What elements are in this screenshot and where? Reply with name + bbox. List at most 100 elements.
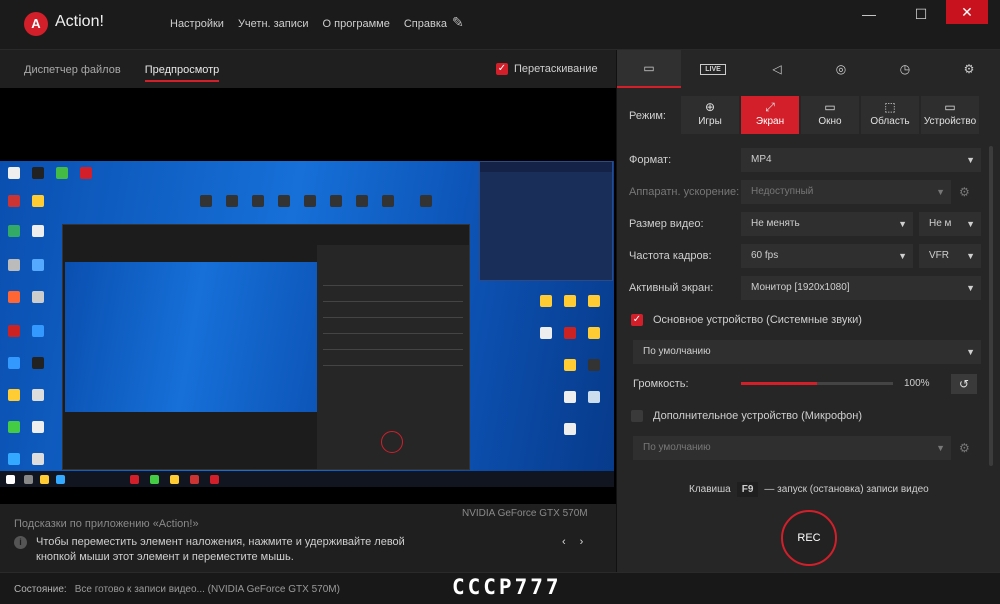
drag-option[interactable]: ✓ Перетаскивание xyxy=(496,63,598,75)
main-device-checkbox[interactable]: ✓ xyxy=(631,314,643,326)
prev-hint-button[interactable]: ‹ xyxy=(562,536,566,548)
desktop-icon xyxy=(252,195,264,207)
desktop-icon xyxy=(278,195,290,207)
desktop-icon xyxy=(8,389,20,401)
mode-device[interactable]: ▭ Устройство xyxy=(921,96,979,134)
mode-screen[interactable]: ⤢ Экран xyxy=(741,96,799,134)
mode-window[interactable]: ▭ Окно xyxy=(801,96,859,134)
extra-device-checkbox[interactable] xyxy=(631,410,643,422)
hint-navigation: ‹ › xyxy=(562,536,583,548)
tab-audio[interactable]: ◁ xyxy=(745,50,809,88)
desktop-icon xyxy=(32,325,44,337)
pen-icon[interactable]: ✎ xyxy=(452,14,464,31)
tab-settings[interactable]: ⚙ xyxy=(937,50,1000,88)
reset-volume-button[interactable]: ↺ xyxy=(951,374,977,394)
main-device-select[interactable]: По умолчанию ▼ xyxy=(633,340,981,364)
tab-screenshot[interactable]: ◎ xyxy=(809,50,873,88)
desktop-icon xyxy=(32,421,44,433)
active-screen-row: Активный экран: Монитор [1920x1080] ▼ xyxy=(617,274,991,302)
minimize-button[interactable]: — xyxy=(848,0,890,30)
gamepad-icon: ⊕ xyxy=(704,100,716,114)
active-screen-select[interactable]: Монитор [1920x1080] ▼ xyxy=(741,276,981,300)
gpu-label: NVIDIA GeForce GTX 570M xyxy=(462,508,588,519)
next-hint-button[interactable]: › xyxy=(580,536,584,548)
volume-value: 100% xyxy=(904,378,930,389)
tab-video-recording[interactable]: ▭ xyxy=(617,50,681,88)
timer-icon: ◷ xyxy=(899,62,911,76)
desktop-capture xyxy=(0,161,614,487)
vfr-select[interactable]: VFR ▼ xyxy=(919,244,981,268)
main-device-row: ✓ Основное устройство (Системные звуки) xyxy=(631,314,862,326)
format-select[interactable]: MP4 ▼ xyxy=(741,148,981,172)
drag-checkbox[interactable]: ✓ xyxy=(496,63,508,75)
mode-selector: ⊕ Игры ⤢ Экран ▭ Окно ⬚ Область ▭ Устройство xyxy=(681,96,979,134)
menu-about[interactable]: О программе xyxy=(323,18,390,30)
desktop-icon xyxy=(8,259,20,271)
desktop-icon xyxy=(200,195,212,207)
right-panel: ▭ LIVE ◁ ◎ ◷ ⚙ Режим: ⊕ Игры ⤢ Экран ▭ Окно… xyxy=(616,50,1000,572)
gear-icon: ⚙ xyxy=(963,62,975,76)
desktop-icon xyxy=(564,423,576,435)
desktop-icon xyxy=(8,325,20,337)
nested-preview xyxy=(65,262,317,412)
desktop-icon xyxy=(32,167,44,179)
desktop-icon xyxy=(588,295,600,307)
desktop-icon xyxy=(330,195,342,207)
desktop-icon xyxy=(8,167,20,179)
info-icon: i xyxy=(14,536,27,549)
desktop-icon xyxy=(8,453,20,465)
live-icon: LIVE xyxy=(700,63,726,75)
video-size-select[interactable]: Не менять ▼ xyxy=(741,212,913,236)
video-size-select-2[interactable]: Не м ▼ xyxy=(919,212,981,236)
gear-icon[interactable]: ⚙ xyxy=(959,441,970,455)
tab-live[interactable]: LIVE xyxy=(681,50,745,88)
tab-preview[interactable]: Предпросмотр xyxy=(144,64,220,82)
preview-area[interactable] xyxy=(0,88,616,504)
maximize-button[interactable]: ☐ xyxy=(900,0,942,30)
watermark: CCCP777 xyxy=(452,575,562,599)
desktop-icon xyxy=(564,327,576,339)
desktop-icon xyxy=(32,389,44,401)
mode-label: Режим: xyxy=(629,110,666,122)
fps-select[interactable]: 60 fps ▼ xyxy=(741,244,913,268)
desktop-icon xyxy=(588,391,600,403)
mode-area[interactable]: ⬚ Область xyxy=(861,96,919,134)
desktop-icon xyxy=(32,357,44,369)
hw-accel-row: Аппаратн. ускорение: Недоступный ▼ ⚙ xyxy=(617,178,991,206)
format-row: Формат: MP4 ▼ xyxy=(617,146,991,174)
hotkey-key: F9 xyxy=(736,482,759,497)
desktop-icon xyxy=(32,291,44,303)
menu-accounts[interactable]: Учетн. записи xyxy=(238,18,309,30)
gear-icon[interactable]: ⚙ xyxy=(959,185,970,199)
screen-icon: ⤢ xyxy=(765,100,775,114)
desktop-icon xyxy=(56,167,68,179)
desktop-icon xyxy=(564,359,576,371)
close-button[interactable]: ✕ xyxy=(946,0,988,24)
system-monitor-widget xyxy=(479,161,613,281)
speaker-icon: ◁ xyxy=(772,62,782,76)
desktop-icon xyxy=(8,291,20,303)
desktop-icon xyxy=(8,421,20,433)
app-title: Action! xyxy=(55,13,104,30)
window-icon: ▭ xyxy=(824,100,836,114)
status-text: Состояние: Все готово к записи видео... (… xyxy=(14,584,340,595)
menu-settings[interactable]: Настройки xyxy=(170,18,224,30)
volume-slider[interactable] xyxy=(741,382,893,385)
taskbar xyxy=(0,471,614,487)
desktop-icon xyxy=(32,195,44,207)
desktop-icon xyxy=(420,195,432,207)
hw-accel-select[interactable]: Недоступный ▼ xyxy=(741,180,951,204)
desktop-icon xyxy=(32,225,44,237)
extra-device-select[interactable]: По умолчанию ▼ xyxy=(633,436,951,460)
tab-timer[interactable]: ◷ xyxy=(873,50,937,88)
settings-scrollbar[interactable] xyxy=(989,146,993,466)
rec-button[interactable]: REC xyxy=(781,510,837,566)
mode-games[interactable]: ⊕ Игры xyxy=(681,96,739,134)
drag-label: Перетаскивание xyxy=(514,63,598,75)
desktop-icon xyxy=(356,195,368,207)
menu-help[interactable]: Справка xyxy=(404,18,447,30)
desktop-icon xyxy=(8,225,20,237)
volume-slider-fill xyxy=(741,382,817,385)
film-icon: ▭ xyxy=(643,61,655,75)
tab-file-manager[interactable]: Диспетчер файлов xyxy=(24,64,121,82)
